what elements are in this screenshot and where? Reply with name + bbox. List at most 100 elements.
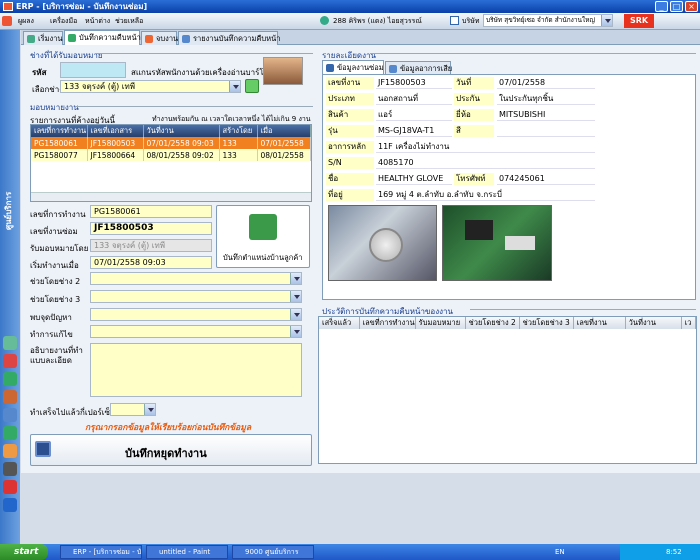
save-location-button[interactable]: บันทึกตำแหน่งบ้านลูกค้า bbox=[216, 205, 310, 268]
helper2-label: ช่วยโดยช่าง 2 bbox=[30, 277, 81, 286]
problem-select[interactable] bbox=[90, 308, 302, 321]
column-header[interactable]: เมื่อ bbox=[257, 125, 311, 137]
column-header[interactable]: ช่วยโดยช่าง 3 bbox=[519, 317, 574, 329]
customer-name-label: ชื่อ bbox=[326, 173, 374, 185]
photo-fan-motor[interactable] bbox=[328, 205, 437, 281]
job-no-field: PG1580061 bbox=[90, 205, 212, 218]
sidebar-icon-5[interactable] bbox=[3, 408, 17, 422]
photo-circuit-board[interactable] bbox=[442, 205, 552, 281]
detail-value: 07/01/2558 bbox=[497, 77, 595, 89]
sidebar: ศูนย์บริการ bbox=[0, 30, 20, 544]
sidebar-icon-4[interactable] bbox=[3, 390, 17, 404]
column-header[interactable]: เลขที่การทำงาน bbox=[359, 317, 416, 329]
technician-select[interactable]: 133 จตุรงค์ (ตู้) เทพี bbox=[60, 80, 241, 93]
helper2-select[interactable] bbox=[90, 272, 302, 285]
tab-report[interactable]: รายงานบันทึกความคืบหน้า bbox=[178, 31, 280, 45]
sidebar-icon-10[interactable] bbox=[3, 498, 17, 512]
refresh-icon[interactable] bbox=[245, 79, 259, 93]
tab-finish[interactable]: จบงาน bbox=[141, 31, 178, 45]
maximize-button[interactable]: □ bbox=[670, 1, 683, 12]
detail-label: วันที่ bbox=[454, 77, 494, 89]
percent-label: ทำเสร็จไปแล้วกี่เปอร์เซ็น bbox=[30, 408, 116, 417]
column-header[interactable]: วันที่งาน bbox=[625, 317, 682, 329]
column-header[interactable]: เลขที่เอกสาร bbox=[87, 125, 144, 137]
sidebar-icon-6[interactable] bbox=[3, 426, 17, 440]
description-textarea[interactable] bbox=[90, 343, 302, 397]
job-no-cell: PG1580077 bbox=[31, 149, 88, 161]
problem-label: พบจุดปัญหา bbox=[30, 313, 72, 322]
table-header-row: เลขที่การทำงาน เลขที่เอกสาร วันที่งาน สร… bbox=[31, 125, 311, 137]
menu-item-3[interactable]: ช่วยเหลือ bbox=[115, 16, 143, 27]
menubar: ผูผลง เครื่องมือ หน้าต่าง ช่วยเหลือ 288 … bbox=[0, 13, 700, 30]
sidebar-icon-7[interactable] bbox=[3, 444, 17, 458]
date-cell: 08/01/2558 09:02 bbox=[143, 149, 220, 161]
sidebar-icon-2[interactable] bbox=[3, 354, 17, 368]
language-indicator[interactable]: EN bbox=[555, 548, 565, 556]
detail-value: MS-GJ18VA-T1 bbox=[376, 125, 452, 137]
repair-no-field: JF15800503 bbox=[90, 222, 212, 235]
tab-start[interactable]: เริ่มงาน bbox=[23, 31, 63, 45]
minimize-button[interactable]: _ bbox=[655, 1, 668, 12]
pending-jobs-table[interactable]: เลขที่การทำงาน เลขที่เอกสาร วันที่งาน สร… bbox=[30, 124, 312, 202]
menu-item-0[interactable]: ผูผลง bbox=[18, 16, 34, 27]
sidebar-icon-9[interactable] bbox=[3, 480, 17, 494]
doc-no-cell: JF15800503 bbox=[87, 137, 144, 149]
helper3-select[interactable] bbox=[90, 290, 302, 303]
by-cell: 133 bbox=[219, 137, 258, 149]
menu-item-1[interactable]: เครื่องมือ bbox=[50, 16, 77, 27]
play-icon bbox=[27, 35, 35, 43]
column-header[interactable]: เว bbox=[681, 317, 697, 329]
scan-hint: สแกนรหัสพนักงานด้วยเครื่องอ่านบาร์โค้ด bbox=[131, 68, 275, 77]
fix-label: ทำการแก้ไข bbox=[30, 330, 73, 339]
address-label: ที่อยู่ bbox=[326, 189, 374, 201]
sn-label: S/N bbox=[326, 157, 374, 169]
start-time-field: 07/01/2558 09:03 bbox=[90, 256, 212, 269]
sidebar-icon-1[interactable] bbox=[3, 336, 17, 350]
branch-select[interactable]: บริษัท สุขวิทย์ุเซอ จำกัด สำนักงานใหญ่ bbox=[483, 14, 613, 27]
assignee-group-title: ช่างที่ได้รับมอบหมาย bbox=[30, 51, 103, 60]
sidebar-icon-3[interactable] bbox=[3, 372, 17, 386]
column-header[interactable]: เสร็จแล้ว bbox=[319, 317, 360, 329]
users-icon bbox=[320, 16, 329, 25]
start-button[interactable]: start bbox=[0, 544, 48, 560]
column-header[interactable]: สร้างโดย bbox=[219, 125, 258, 137]
chevron-down-icon bbox=[290, 326, 301, 337]
job-no-cell: PG1580061 bbox=[31, 137, 88, 149]
table-row[interactable]: PG1580061 JF15800503 07/01/2558 09:03 13… bbox=[31, 137, 311, 149]
main-tabs: เริ่มงาน บันทึกความคืบหน้า จบงาน รายงานบ… bbox=[21, 30, 700, 45]
company-logo: SRK bbox=[624, 14, 654, 28]
fan-motor-shape bbox=[369, 228, 403, 262]
table-row[interactable]: PG1580077 JF15800664 08/01/2558 09:02 13… bbox=[31, 149, 311, 161]
sidebar-title[interactable]: ศูนย์บริการ bbox=[2, 170, 18, 230]
tab-progress[interactable]: บันทึกความคืบหน้า bbox=[64, 30, 141, 45]
menu-item-2[interactable]: หน้าต่าง bbox=[85, 16, 110, 27]
fix-select[interactable] bbox=[90, 325, 302, 338]
divider bbox=[75, 106, 313, 107]
app-menu-icon[interactable] bbox=[2, 16, 12, 26]
edit-icon bbox=[68, 34, 76, 42]
history-table[interactable]: เสร็จแล้ว เลขที่การทำงาน รับมอบหมาย ช่วย… bbox=[318, 316, 697, 464]
save-stop-button[interactable]: บันทึกหยุดทำงาน bbox=[30, 434, 312, 466]
taskbar-button-paint[interactable]: untitled - Paint bbox=[146, 545, 228, 559]
sidebar-icon-8[interactable] bbox=[3, 462, 17, 476]
column-header[interactable]: เลขที่การทำงาน bbox=[31, 125, 88, 137]
employee-code-input[interactable] bbox=[60, 62, 126, 78]
puzzle-icon bbox=[249, 214, 277, 240]
percent-select[interactable] bbox=[110, 403, 156, 416]
taskbar: start ERP - [บริการซ่อม - บั... untitled… bbox=[0, 544, 700, 560]
column-header[interactable]: เลขที่งาน bbox=[573, 317, 626, 329]
save-location-label: บันทึกตำแหน่งบ้านลูกค้า bbox=[223, 253, 303, 262]
taskbar-button-erp[interactable]: ERP - [บริการซ่อม - บั... bbox=[60, 545, 142, 559]
column-header[interactable]: รับมอบหมาย bbox=[415, 317, 466, 329]
column-header[interactable]: ช่วยโดยช่าง 2 bbox=[465, 317, 520, 329]
when-cell: 07/01/2558 bbox=[257, 137, 311, 149]
close-button[interactable]: × bbox=[685, 1, 698, 12]
tab-symptom-info[interactable]: ข้อมูลอาการเสีย bbox=[385, 61, 452, 75]
detail-value: JF15800503 bbox=[376, 77, 452, 89]
taskbar-button-service[interactable]: 9000 ศูนย์บริการ bbox=[232, 545, 314, 559]
tab-repair-info[interactable]: ข้อมูลงานซ่อม bbox=[322, 60, 384, 75]
when-cell: 08/01/2558 bbox=[257, 149, 311, 161]
column-header[interactable]: วันที่งาน bbox=[143, 125, 220, 137]
horizontal-scrollbar[interactable] bbox=[31, 192, 311, 201]
info-icon bbox=[326, 64, 334, 72]
